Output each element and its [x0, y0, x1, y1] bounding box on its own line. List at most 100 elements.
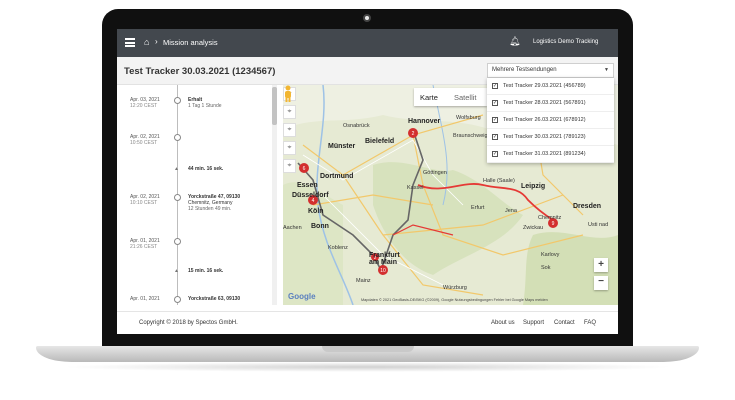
- google-logo: Google: [288, 292, 316, 301]
- footer-link-faq[interactable]: FAQ: [584, 320, 596, 326]
- timeline-place: Erhalt 1 Tag 1 Stunde: [188, 97, 222, 109]
- city-label: Karlovy: [541, 252, 560, 258]
- city-label: Bielefeld: [365, 138, 395, 145]
- dropdown-option[interactable]: ✓ Test Tracker 28.03.2021 (567891): [487, 95, 614, 112]
- map-marker-label: 10: [380, 268, 386, 274]
- map-tool-marker[interactable]: ⌖: [283, 141, 296, 155]
- hamburger-icon[interactable]: [125, 38, 135, 47]
- timeline-panel: Apr. 03, 2021 12:20 CEST Erhalt 1 Tag 1 …: [117, 85, 279, 305]
- map-type-toggle: Karte Satellit: [414, 88, 487, 106]
- city-label: Düsseldorf: [292, 192, 329, 199]
- breadcrumb-title[interactable]: Mission analysis: [163, 38, 218, 47]
- map-marker-label: 6: [303, 166, 306, 172]
- checkbox-checked-icon[interactable]: ✓: [492, 100, 498, 106]
- map-type-satellite[interactable]: Satellit: [454, 93, 477, 102]
- pegman-icon[interactable]: [283, 85, 293, 102]
- timeline-node[interactable]: [174, 296, 181, 303]
- dropdown-option[interactable]: ✓ Test Tracker 29.03.2021 (456789): [487, 78, 614, 95]
- chevron-down-icon: ▼: [604, 67, 609, 73]
- timeline-node[interactable]: [174, 194, 181, 201]
- app-screen: ⌂ › Mission analysis 🔔︎ Logistics Demo T…: [117, 29, 618, 334]
- dropdown-option-label: Test Tracker 31.03.2021 (891234): [503, 151, 586, 157]
- city-label: Sok: [541, 265, 551, 271]
- city-label: Mainz: [356, 278, 371, 284]
- checkbox-checked-icon[interactable]: ✓: [492, 83, 498, 89]
- checkbox-checked-icon[interactable]: ✓: [492, 134, 498, 140]
- dropdown-option-label: Test Tracker 26.03.2021 (678912): [503, 117, 586, 123]
- city-label: Göttingen: [423, 170, 447, 176]
- timeline-date: Apr. 03, 2021 12:20 CEST: [130, 97, 160, 109]
- city-label: Dortmund: [320, 173, 354, 180]
- timeline-node[interactable]: [174, 238, 181, 245]
- timeline-gap: 15 min. 16 sek.: [188, 268, 224, 274]
- timeline-gap-marker: ▲: [174, 166, 179, 172]
- dropdown-option-label: Test Tracker 29.03.2021 (456789): [503, 83, 586, 89]
- city-label: Münster: [328, 143, 356, 150]
- timeline-date-time: 10:50 CEST: [130, 140, 158, 146]
- timeline-place-sub: 1 Tag 1 Stunde: [188, 103, 222, 109]
- dropdown-option[interactable]: ✓ Test Tracker 26.03.2021 (678912): [487, 112, 614, 129]
- bell-icon[interactable]: 🔔︎: [509, 36, 520, 47]
- footer-link-contact[interactable]: Contact: [554, 320, 575, 326]
- map-marker[interactable]: 10: [378, 265, 388, 275]
- city-label: Essen: [297, 182, 318, 189]
- city-label: Braunschweig: [453, 133, 488, 139]
- dropdown-option-label: Test Tracker 30.03.2021 (789123): [503, 134, 586, 140]
- timeline-node[interactable]: [174, 134, 181, 141]
- city-label: Frankfurt am Main: [369, 252, 400, 266]
- timeline-place-detail: 12 Stunden 49 min.: [188, 206, 232, 212]
- laptop-mockup: ⌂ › Mission analysis 🔔︎ Logistics Demo T…: [0, 0, 735, 400]
- laptop-shadow: [60, 362, 675, 372]
- shipment-dropdown: ✓ Test Tracker 29.03.2021 (456789) ✓ Tes…: [487, 78, 614, 163]
- footer-link-about[interactable]: About us: [491, 320, 515, 326]
- timeline-date: Apr. 01, 2021 21:26 CEST: [130, 238, 160, 250]
- map-type-map[interactable]: Karte: [420, 93, 438, 102]
- city-label: Bonn: [311, 223, 329, 230]
- city-label: Osnabrück: [343, 123, 370, 129]
- map-marker[interactable]: 2: [408, 128, 418, 138]
- zoom-in-button[interactable]: +: [594, 258, 608, 272]
- city-label: Leipzig: [521, 183, 546, 190]
- user-name[interactable]: Logistics Demo Tracking: [533, 39, 598, 45]
- city-label: Aachen: [283, 225, 302, 231]
- top-bar: ⌂ › Mission analysis 🔔︎ Logistics Demo T…: [117, 29, 618, 57]
- timeline-date: Apr. 02, 2021 10:10 CEST: [130, 194, 160, 206]
- map-credits[interactable]: Mapdaten © 2021 GeoBasis-DE/BKG (©2009),…: [361, 298, 548, 302]
- timeline-date-time: 12:20 CEST: [130, 103, 158, 109]
- city-label: Zwickau: [523, 225, 544, 231]
- city-label: Halle (Saale): [483, 178, 515, 184]
- timeline-date-time: 10:10 CEST: [130, 200, 158, 206]
- checkbox-checked-icon[interactable]: ✓: [492, 117, 498, 123]
- city-label: Dresden: [573, 203, 602, 210]
- map-tool-marker[interactable]: ⌖: [283, 159, 296, 173]
- laptop-notch: [322, 346, 414, 352]
- city-label: Hannover: [408, 118, 441, 125]
- timeline-scroll-thumb[interactable]: [272, 87, 277, 125]
- timeline-date-day: Apr. 01, 2021: [130, 296, 160, 302]
- page-title: Test Tracker 30.03.2021 (1234567): [124, 66, 276, 77]
- dropdown-option[interactable]: ✓ Test Tracker 31.03.2021 (891234): [487, 146, 614, 163]
- map-tool-marker[interactable]: ⌖: [283, 123, 296, 137]
- city-label: Chemnitz: [538, 215, 562, 221]
- zoom-out-button[interactable]: −: [594, 276, 608, 290]
- city-label: Koblenz: [328, 245, 348, 251]
- home-icon[interactable]: ⌂: [144, 37, 149, 47]
- map-marker[interactable]: 6: [299, 163, 309, 173]
- city-label: Usti nad: [588, 222, 609, 228]
- timeline-date: Apr. 01, 2021: [130, 296, 160, 302]
- city-label: Würzburg: [443, 285, 467, 291]
- map-tool-marker[interactable]: ⌖: [283, 105, 296, 119]
- city-label: Köln: [308, 208, 324, 215]
- dropdown-option[interactable]: ✓ Test Tracker 30.03.2021 (789123): [487, 129, 614, 146]
- timeline-node[interactable]: [174, 97, 181, 104]
- city-label: Jena: [505, 208, 517, 214]
- footer-link-support[interactable]: Support: [523, 320, 544, 326]
- city-label: Wolfsburg: [456, 115, 481, 121]
- dropdown-option-label: Test Tracker 28.03.2021 (567891): [503, 100, 586, 106]
- shipment-select[interactable]: Mehrere Testsendungen ▼: [487, 63, 614, 78]
- checkbox-checked-icon[interactable]: ✓: [492, 151, 498, 157]
- footer: Copyright © 2018 by Spectos GmbH. About …: [117, 311, 618, 334]
- city-label: Erfurt: [471, 205, 485, 211]
- map-marker-label: 2: [412, 131, 415, 137]
- timeline-date: Apr. 02, 2021 10:50 CEST: [130, 134, 160, 146]
